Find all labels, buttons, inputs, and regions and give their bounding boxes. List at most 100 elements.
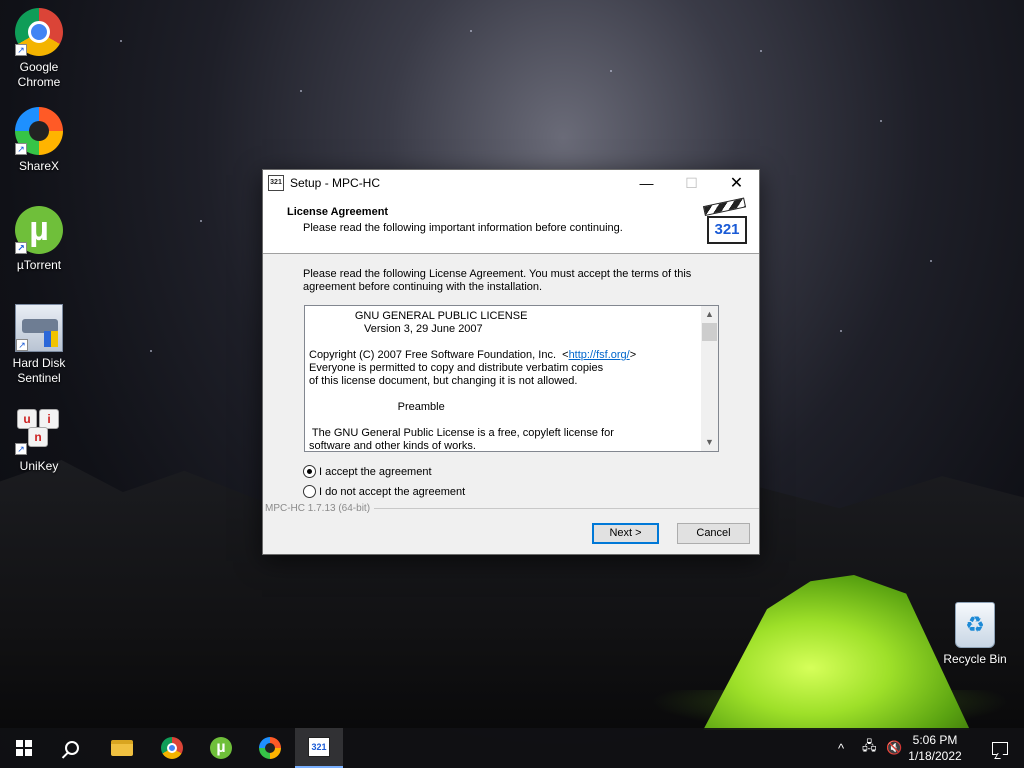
minimize-button[interactable]: —: [624, 170, 669, 196]
system-clock[interactable]: 5:06 PM 1/18/2022: [904, 732, 966, 764]
star: [200, 220, 202, 222]
shortcut-arrow-icon: ↗: [15, 143, 27, 155]
windows-logo-icon: [16, 740, 32, 756]
license-line: Everyone is permitted to copy and distri…: [309, 362, 604, 374]
license-line: of this license document, but changing i…: [309, 375, 578, 387]
start-button[interactable]: [0, 728, 48, 768]
close-button[interactable]: ✕: [714, 170, 759, 196]
decline-radio[interactable]: [303, 485, 316, 498]
dialog-title: Setup - MPC-HC: [290, 176, 381, 190]
clock-date: 1/18/2022: [908, 749, 962, 763]
star: [300, 90, 302, 92]
chrome-icon: [161, 737, 183, 759]
unikey-key-n: n: [28, 427, 48, 447]
network-status[interactable]: 🖧: [862, 728, 877, 768]
license-textbox[interactable]: GNU GENERAL PUBLIC LICENSE Version 3, 29…: [304, 305, 719, 452]
clapperboard-logo-icon: 321: [702, 197, 751, 246]
wizard-header: License Agreement Please read the follow…: [263, 196, 759, 254]
star: [150, 350, 152, 352]
license-text: GNU GENERAL PUBLIC LICENSE Version 3, 29…: [309, 310, 701, 452]
desktop-icon-google-chrome[interactable]: ↗ Google Chrome: [0, 8, 78, 90]
page-subtitle: Please read the following important info…: [303, 222, 623, 234]
mpc-hc-icon: 321: [308, 737, 330, 757]
license-line: software and other kinds of works.: [309, 440, 476, 452]
mpc-hc-app-icon: 321: [268, 175, 284, 191]
desktop-icon-utorrent[interactable]: µ ↗ µTorrent: [0, 206, 78, 273]
license-line: The GNU General Public License is a free…: [309, 427, 614, 439]
scroll-down-arrow-icon[interactable]: ▼: [701, 434, 718, 451]
fsf-link[interactable]: http://fsf.org/: [569, 349, 630, 361]
taskbar-mpc-hc-setup[interactable]: 321: [295, 728, 343, 768]
license-line: Copyright (C) 2007 Free Software Foundat…: [309, 349, 569, 361]
star: [610, 70, 612, 72]
shortcut-arrow-icon: ↗: [16, 339, 28, 351]
setup-dialog: 321 Setup - MPC-HC — ☐ ✕ License Agreeme…: [262, 169, 760, 555]
sharex-icon: [259, 737, 281, 759]
license-line: Preamble: [309, 401, 445, 413]
desktop-icon-hard-disk-sentinel[interactable]: ↗ Hard Disk Sentinel: [0, 304, 78, 386]
maximize-button: ☐: [685, 174, 698, 191]
taskbar-utorrent[interactable]: µ: [197, 728, 245, 768]
volume-muted-icon: 🔇: [886, 740, 903, 755]
folder-icon: [111, 740, 133, 756]
volume-control[interactable]: 🔇: [886, 728, 902, 768]
version-label: MPC-HC 1.7.13 (64-bit): [265, 503, 371, 514]
hard-disk-sentinel-icon: ↗: [15, 304, 63, 352]
clock-time: 5:06 PM: [912, 733, 958, 747]
license-line: GNU GENERAL PUBLIC LICENSE: [309, 310, 528, 322]
accept-label: I accept the agreement: [319, 465, 432, 478]
desktop-icon-label: Hard Disk Sentinel: [12, 356, 66, 385]
desktop-icon-label: Google Chrome: [17, 60, 61, 89]
chrome-icon: ↗: [15, 8, 63, 56]
network-icon: 🖧: [862, 738, 877, 753]
shortcut-arrow-icon: ↗: [15, 242, 27, 254]
star: [880, 120, 882, 122]
star: [840, 330, 842, 332]
footer-divider: [374, 508, 759, 509]
taskbar-file-explorer[interactable]: [98, 728, 146, 768]
accept-agreement-option[interactable]: I accept the agreement: [303, 465, 432, 478]
show-hidden-icons-button[interactable]: ^: [838, 728, 844, 768]
notification-icon: [992, 741, 1008, 755]
taskbar-chrome[interactable]: [148, 728, 196, 768]
unikey-key-u: u: [17, 409, 37, 429]
version-footer: MPC-HC 1.7.13 (64-bit): [265, 503, 759, 514]
star: [760, 50, 762, 52]
cancel-button[interactable]: Cancel: [677, 523, 750, 544]
star: [930, 260, 932, 262]
action-center-button[interactable]: [976, 728, 1024, 768]
search-button[interactable]: [48, 728, 96, 768]
recycle-bin-icon: ♻: [955, 602, 995, 648]
desktop-icon-sharex[interactable]: ↗ ShareX: [0, 107, 78, 174]
sharex-icon: ↗: [15, 107, 63, 155]
accept-radio[interactable]: [303, 465, 316, 478]
license-scrollbar[interactable]: ▲ ▼: [701, 306, 718, 451]
utorrent-icon: µ: [210, 737, 232, 759]
shortcut-arrow-icon: ↗: [15, 443, 27, 455]
chevron-up-icon: ^: [838, 740, 845, 756]
taskbar: µ 321 ^ 🖧 🔇 5:06 PM 1/18/2022: [0, 728, 1024, 768]
desktop-icon-label: ShareX: [18, 159, 60, 173]
search-icon: [65, 741, 79, 755]
desktop-icon-label: UniKey: [19, 459, 59, 473]
decline-agreement-option[interactable]: I do not accept the agreement: [303, 485, 465, 498]
shortcut-arrow-icon: ↗: [15, 44, 27, 56]
dialog-titlebar[interactable]: 321 Setup - MPC-HC — ☐ ✕: [263, 170, 759, 196]
decline-label: I do not accept the agreement: [319, 485, 466, 498]
star: [120, 40, 122, 42]
utorrent-icon: µ ↗: [15, 206, 63, 254]
desktop-icon-unikey[interactable]: u i n ↗ UniKey: [0, 407, 78, 474]
unikey-icon: u i n ↗: [15, 407, 63, 455]
desktop-icon-recycle-bin[interactable]: ♻ Recycle Bin: [936, 602, 1014, 667]
scroll-thumb[interactable]: [702, 323, 717, 341]
unikey-key-i: i: [39, 409, 59, 429]
scroll-up-arrow-icon[interactable]: ▲: [701, 306, 718, 323]
license-line: >: [629, 349, 637, 361]
taskbar-sharex[interactable]: [246, 728, 294, 768]
page-title: License Agreement: [287, 206, 389, 218]
desktop-icon-label: µTorrent: [16, 258, 62, 272]
license-line: Version 3, 29 June 2007: [309, 323, 483, 335]
next-button[interactable]: Next >: [592, 523, 659, 544]
desktop-icon-label: Recycle Bin: [943, 652, 1007, 666]
license-instructions: Please read the following License Agreem…: [303, 268, 692, 293]
